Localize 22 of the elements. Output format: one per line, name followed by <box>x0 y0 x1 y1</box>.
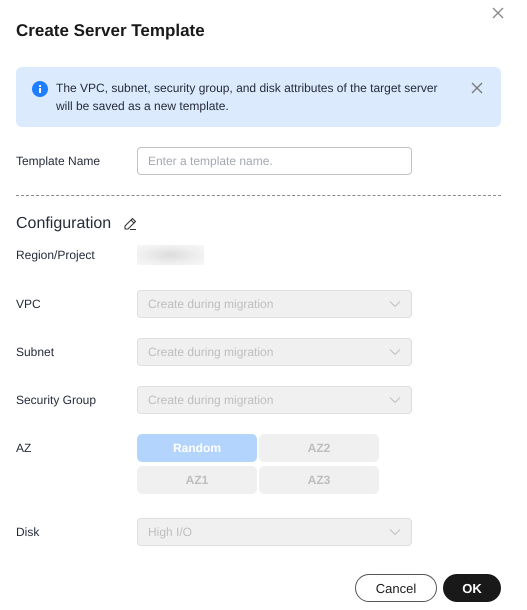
chevron-down-icon <box>389 528 401 536</box>
chevron-down-icon <box>389 396 401 404</box>
dialog-title: Create Server Template <box>16 20 206 42</box>
field-label: Disk <box>16 525 40 539</box>
field-label: AZ <box>16 441 32 455</box>
info-message: The VPC, subnet, security group, and disk attributes of the target server will be saved as a new template. <box>56 80 439 115</box>
info-icon <box>32 81 48 97</box>
close-icon[interactable] <box>471 82 483 94</box>
chevron-down-icon <box>389 300 401 308</box>
field-label: Subnet <box>16 345 56 359</box>
section-heading: Configuration <box>16 215 112 233</box>
redacted-value <box>137 245 204 265</box>
ok-button[interactable]: OK <box>443 574 501 602</box>
field-label: VPC <box>16 297 42 311</box>
field-label: Security Group <box>16 393 98 407</box>
field-label: Region/Project <box>16 248 96 262</box>
pencil-icon[interactable] <box>123 217 138 231</box>
chevron-down-icon <box>389 348 401 356</box>
text-field[interactable]: Enter a template name. <box>137 147 412 175</box>
field-label: Template Name <box>16 154 102 168</box>
close-icon[interactable] <box>491 6 505 20</box>
cancel-button[interactable]: Cancel <box>355 574 437 602</box>
